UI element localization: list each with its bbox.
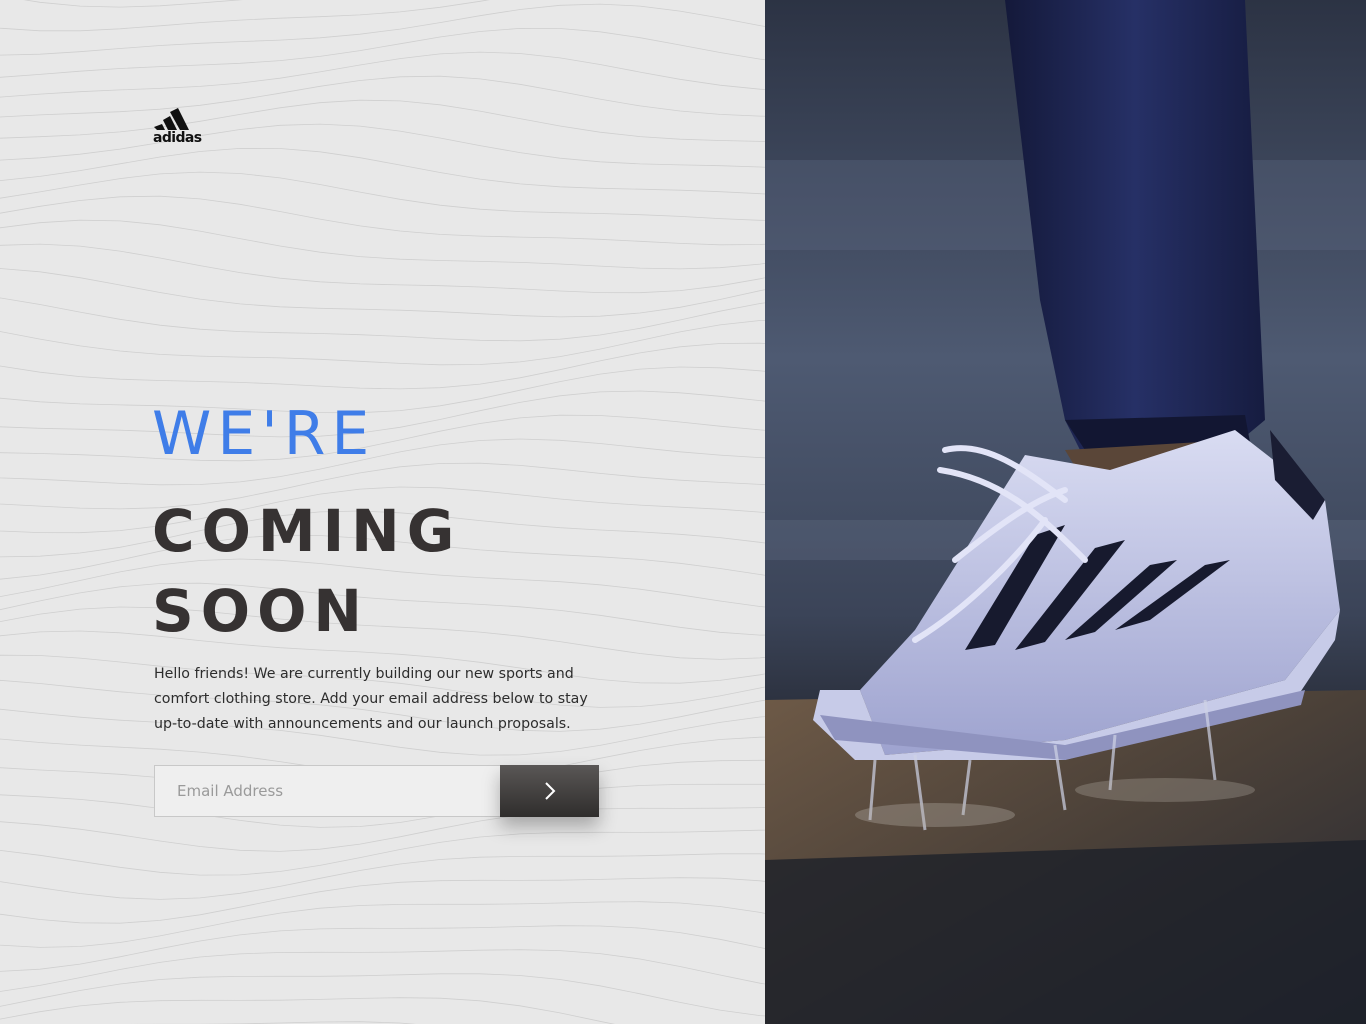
headline-coming: COMING [152,497,462,565]
wave-line [0,27,765,78]
headline-were: WE'RE [152,399,376,469]
wave-line [23,0,243,8]
wave-line [0,558,765,608]
wave-line [0,297,765,342]
wave-line [0,829,765,876]
wave-line [0,366,765,414]
logo-wordmark: adidas [153,130,202,146]
headline-soon: SOON [152,577,369,645]
sneaker-photo [765,0,1366,1024]
wave-line [0,973,765,1017]
wave-line [0,75,765,118]
chevron-right-icon [544,782,555,800]
wave-line [0,147,765,195]
wave-line [0,853,765,900]
wave-line [0,0,490,32]
wave-line [0,877,765,924]
wave-line [0,925,765,972]
wave-line [0,901,765,948]
wave-line [0,997,615,1024]
wave-line [0,390,765,438]
wave-line [0,51,765,98]
email-input[interactable] [154,765,500,817]
wave-line [0,99,765,142]
wave-line [0,606,765,660]
hero-photo-panel [765,0,1366,1024]
submit-button[interactable] [500,765,599,817]
wave-line [0,219,765,270]
wave-line [0,414,765,462]
wave-line [0,268,765,318]
left-panel: adidas WE'RE COMING SOON Hello friends! … [0,0,765,1024]
intro-paragraph: Hello friends! We are currently building… [154,666,588,732]
wave-line [0,3,765,56]
email-signup-form [154,765,599,817]
wave-line [0,171,765,221]
